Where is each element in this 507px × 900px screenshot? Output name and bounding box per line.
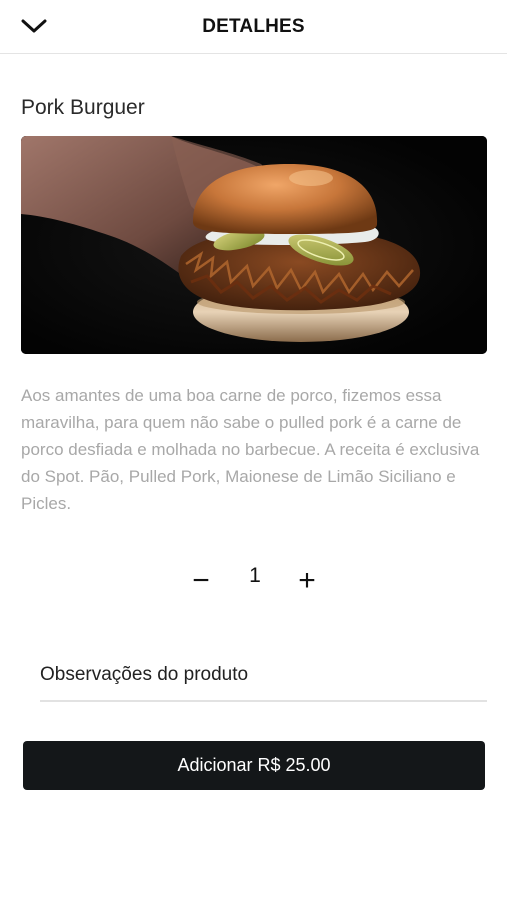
add-button-label: Adicionar: [177, 755, 253, 775]
product-notes-input[interactable]: [40, 650, 487, 702]
add-button-price: R$ 25.00: [257, 755, 331, 775]
page-title: DETALHES: [202, 16, 305, 37]
quantity-value: 1: [249, 564, 261, 587]
minus-icon: −: [192, 564, 210, 597]
product-description: Aos amantes de uma boa carne de porco, f…: [21, 386, 480, 513]
product-details-screen: DETALHES Pork Burguer Aos amantes de uma…: [0, 0, 507, 900]
quantity-stepper: − 1 +: [0, 560, 507, 600]
header-bar: DETALHES: [0, 0, 507, 54]
plus-icon: +: [298, 564, 316, 597]
decrease-quantity-button[interactable]: −: [186, 566, 216, 596]
increase-quantity-button[interactable]: +: [292, 566, 322, 596]
product-image: [21, 136, 487, 354]
product-name: Pork Burguer: [21, 96, 145, 119]
add-to-cart-button[interactable]: Adicionar R$ 25.00: [23, 741, 485, 790]
